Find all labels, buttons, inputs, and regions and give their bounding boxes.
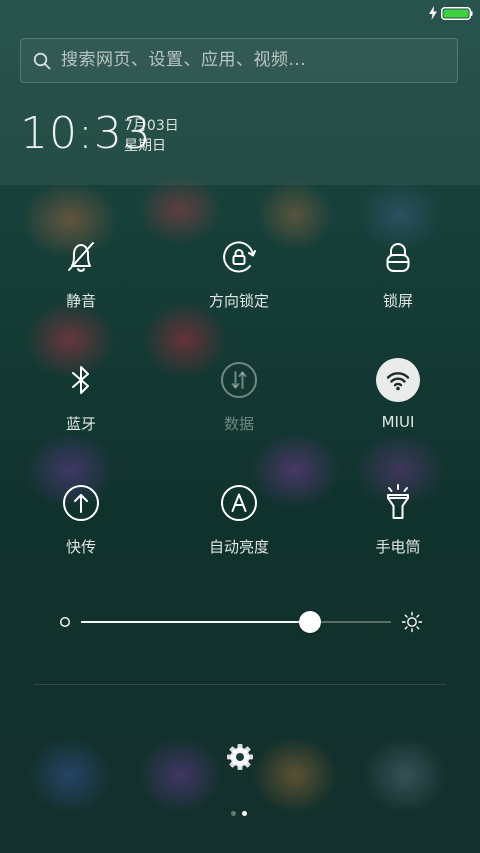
clock-weekday: 星期日: [124, 138, 166, 154]
toggle-label: 快传: [65, 538, 96, 556]
search-icon: [33, 52, 51, 70]
toggle-label: 数据: [223, 415, 254, 433]
page-dot: [231, 811, 236, 816]
brightness-high-icon: [401, 611, 423, 633]
wifi-icon: [376, 358, 420, 402]
mobile-data-icon: [221, 362, 257, 398]
clock-date-block[interactable]: 7月03日 星期日: [124, 116, 179, 156]
toggle-label: 自动亮度: [208, 538, 269, 556]
brightness-track[interactable]: [81, 621, 391, 623]
toggle-label: 蓝牙: [65, 415, 96, 433]
page-dot-active: [242, 811, 247, 816]
brightness-slider[interactable]: [55, 605, 425, 639]
toggle-wifi[interactable]: MIUI: [328, 357, 468, 457]
toggle-label: MIUI: [381, 413, 415, 431]
toggle-label: 方向锁定: [208, 292, 269, 310]
rotation-lock-icon: [223, 241, 256, 273]
upload-icon: [63, 485, 99, 521]
bell-off-icon: [68, 242, 94, 272]
battery-icon: [441, 7, 473, 20]
search-input[interactable]: 搜索网页、设置、应用、视频...: [61, 39, 306, 82]
toggle-mute[interactable]: 静音: [11, 234, 151, 334]
toggle-lock-screen[interactable]: 锁屏: [328, 234, 468, 334]
toggle-label: 锁屏: [382, 292, 413, 310]
toggle-bluetooth[interactable]: 蓝牙: [11, 357, 151, 457]
page-indicator: [228, 811, 252, 819]
brightness-low-icon: [59, 616, 71, 628]
divider: [34, 684, 446, 685]
toggle-label: 手电筒: [375, 538, 421, 556]
settings-gear-icon[interactable]: [226, 743, 254, 771]
auto-brightness-icon: [221, 485, 257, 521]
charging-icon: [429, 6, 437, 20]
brightness-fill: [81, 621, 311, 623]
search-bar[interactable]: 搜索网页、设置、应用、视频...: [20, 38, 458, 83]
clock-date: 7月03日: [124, 118, 179, 134]
brightness-thumb[interactable]: [299, 611, 322, 633]
toggle-rotation-lock[interactable]: 方向锁定: [169, 234, 309, 334]
bluetooth-icon: [72, 366, 89, 394]
status-bar: [0, 0, 480, 28]
lock-icon: [386, 243, 410, 272]
toggle-flashlight[interactable]: 手电筒: [328, 480, 468, 580]
toggle-mobile-data[interactable]: 数据: [169, 357, 309, 457]
toggle-label: 静音: [65, 292, 96, 310]
flashlight-icon: [387, 484, 409, 519]
toggle-auto-brightness[interactable]: 自动亮度: [169, 480, 309, 580]
toggle-quick-transfer[interactable]: 快传: [11, 480, 151, 580]
